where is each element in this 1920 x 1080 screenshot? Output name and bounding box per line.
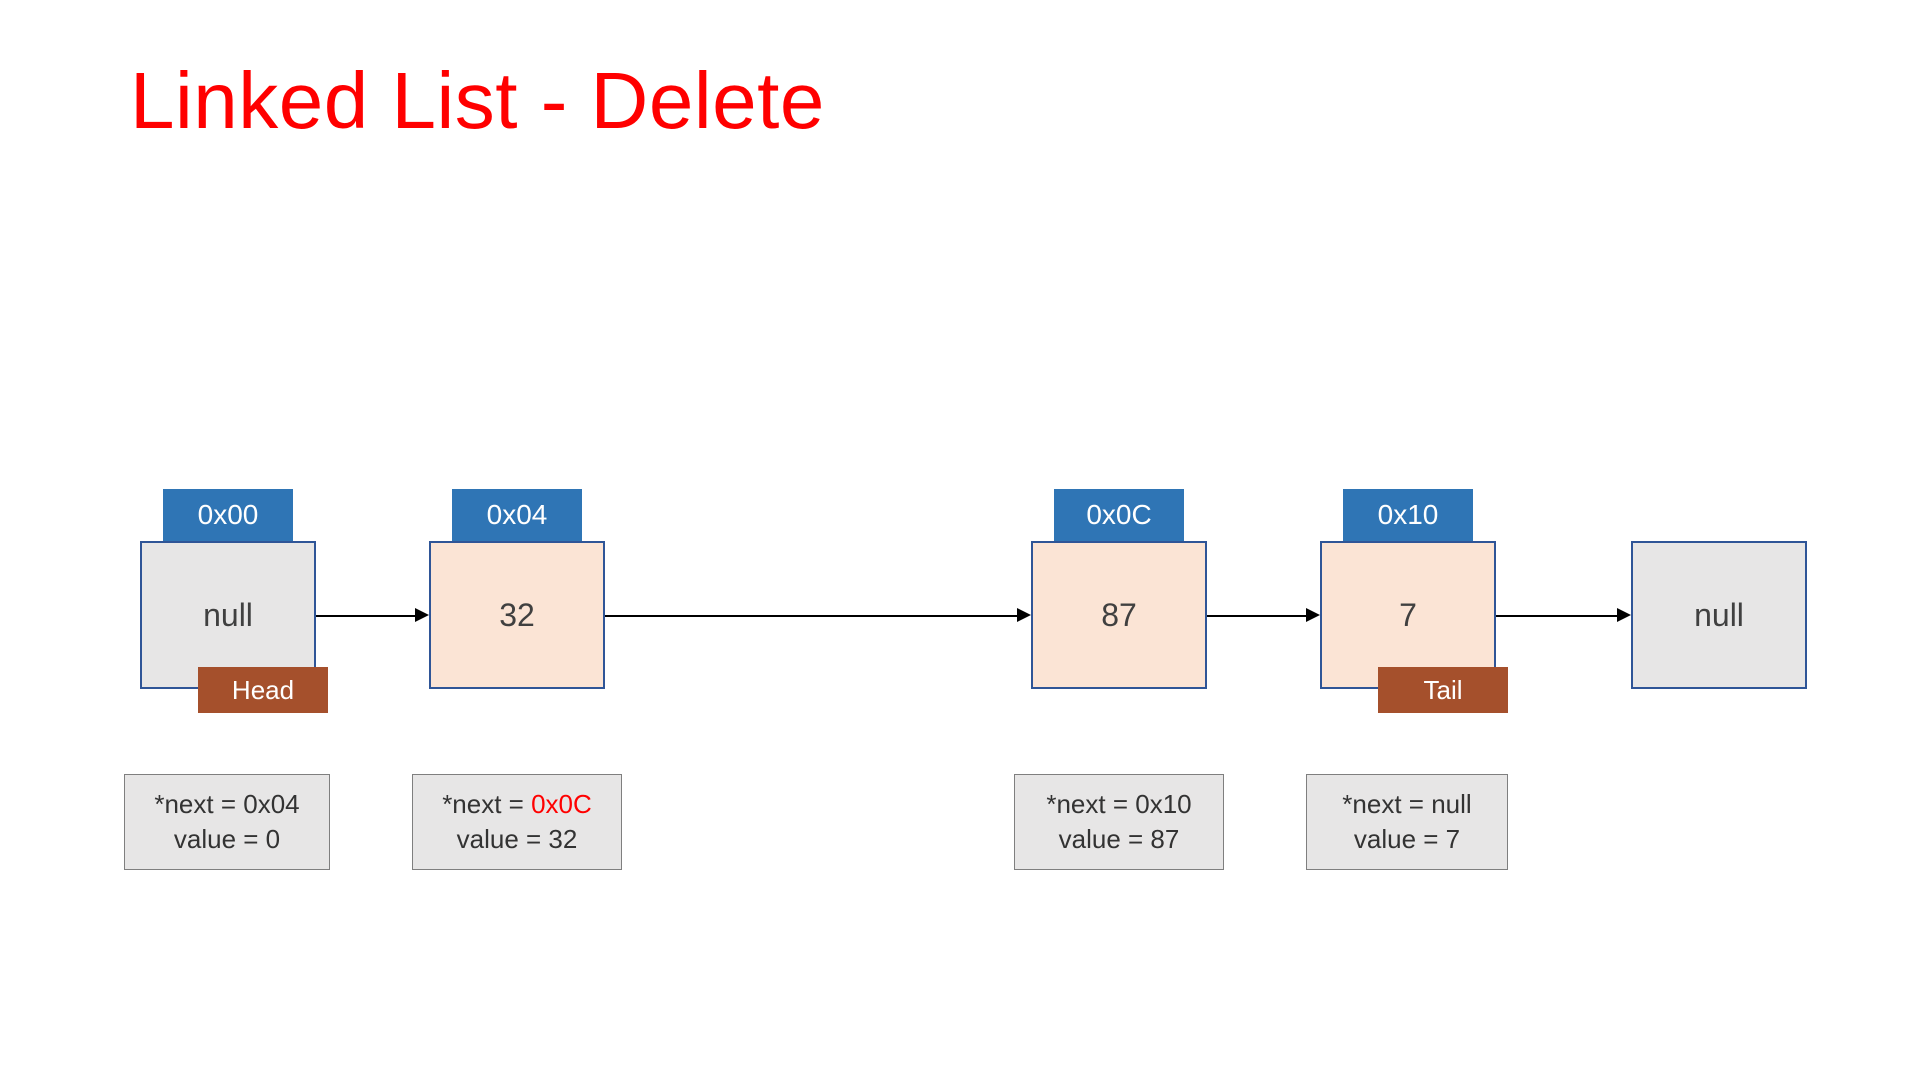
node1-value: 32 [429,541,605,689]
arrow-3-to-null [1496,615,1617,617]
node1-next-val: 0x0C [531,789,592,819]
node1-address: 0x04 [452,489,582,541]
arrowhead-icon [1306,608,1320,622]
head-tag: Head [198,667,328,713]
node1-info: *next = 0x0C value = 32 [412,774,622,870]
node2-value: 87 [1031,541,1207,689]
node0-next-val: 0x04 [243,789,299,819]
node2-info: *next = 0x10 value = 87 [1014,774,1224,870]
diagram-stage: 0x00 null Head 0x04 32 0x0C 87 0x10 7 Ta… [0,0,1920,1080]
node1-next-label: *next = [442,789,531,819]
node2-address: 0x0C [1054,489,1184,541]
arrow-2-to-3 [1207,615,1306,617]
arrowhead-icon [415,608,429,622]
arrow-0-to-1 [316,615,415,617]
node3-next-label: *next = [1342,789,1431,819]
node0-info: *next = 0x04 value = 0 [124,774,330,870]
tail-tag: Tail [1378,667,1508,713]
node3-address: 0x10 [1343,489,1473,541]
node1-val-label: value = 32 [457,824,578,854]
node0-address: 0x00 [163,489,293,541]
node0-val-label: value = 0 [174,824,280,854]
arrowhead-icon [1017,608,1031,622]
arrowhead-icon [1617,608,1631,622]
node3-info: *next = null value = 7 [1306,774,1508,870]
node2-next-label: *next = [1046,789,1135,819]
node2-next-val: 0x10 [1135,789,1191,819]
arrow-1-to-2 [605,615,1017,617]
node2-val-label: value = 87 [1059,824,1180,854]
node3-val-label: value = 7 [1354,824,1460,854]
node0-next-label: *next = [154,789,243,819]
end-null-box: null [1631,541,1807,689]
node3-next-val: null [1431,789,1471,819]
